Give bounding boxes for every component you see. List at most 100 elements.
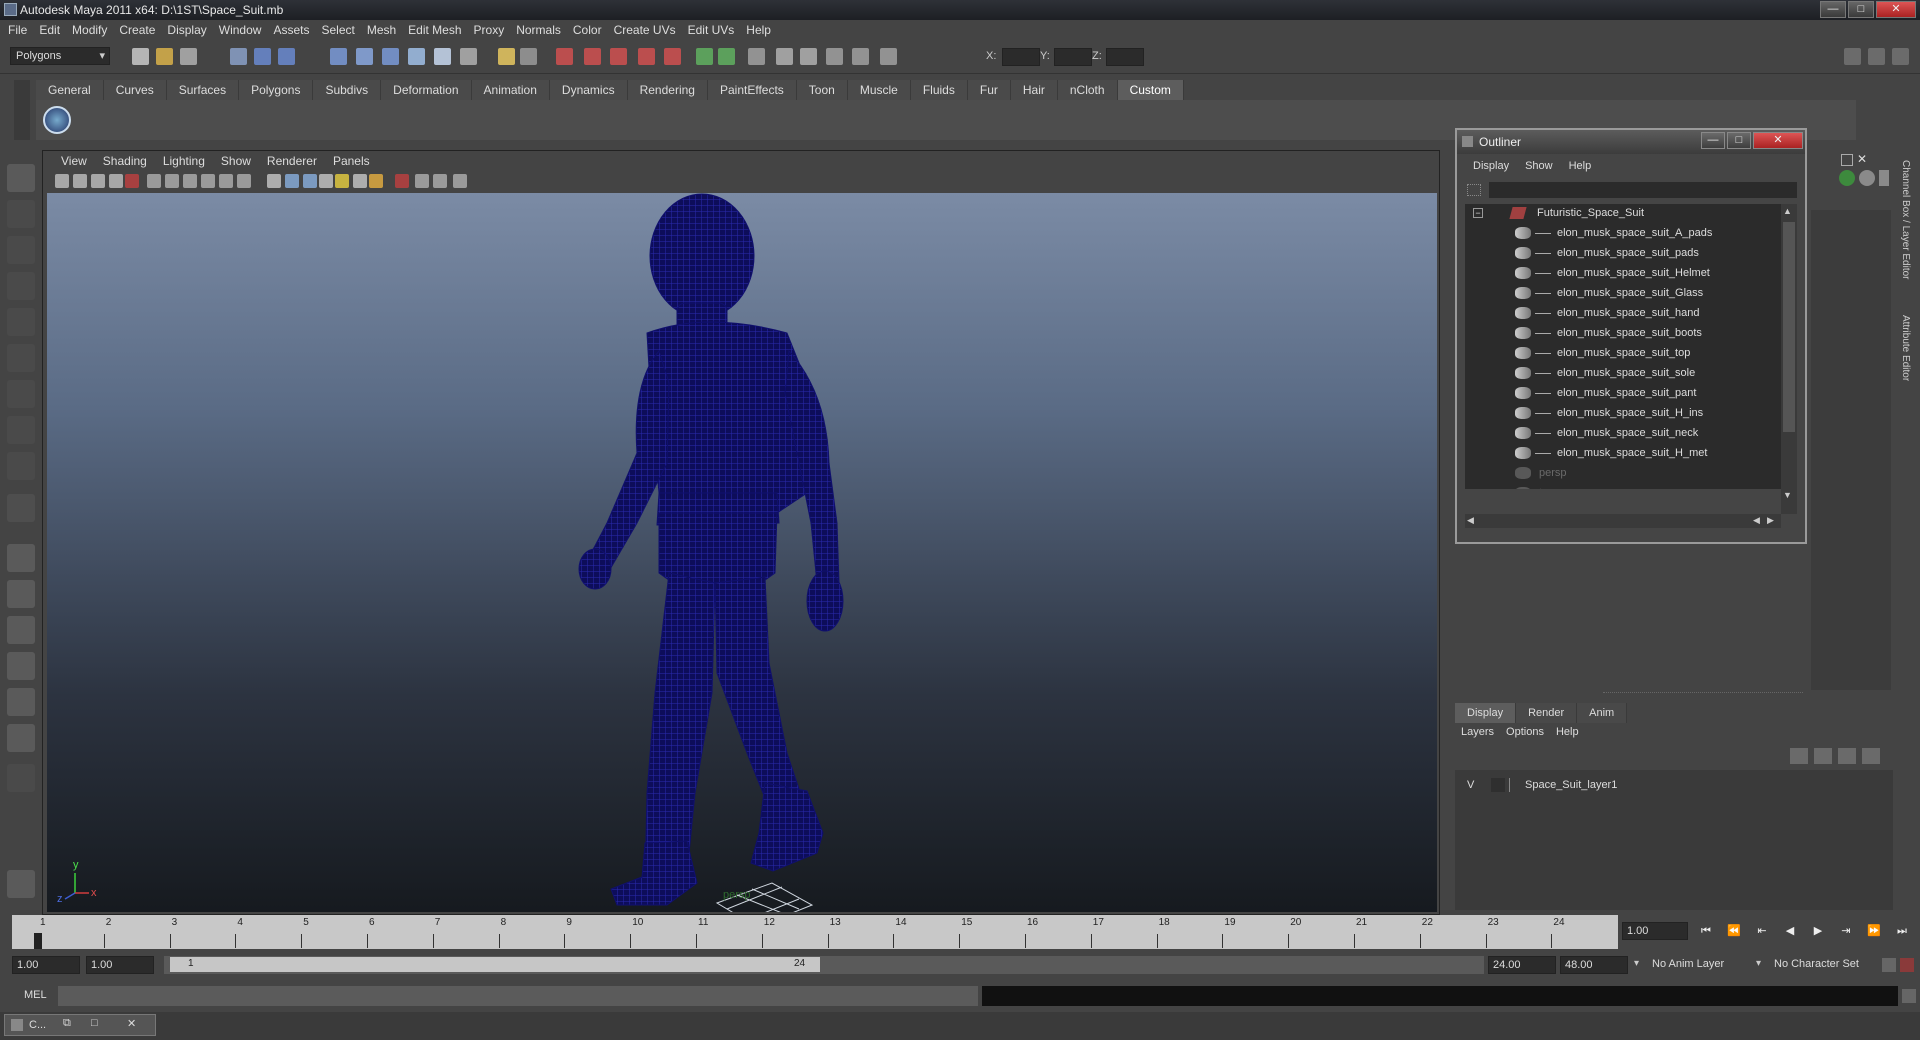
shelf-tab-ncloth[interactable]: nCloth — [1057, 80, 1118, 100]
attribute-icon[interactable] — [7, 870, 35, 898]
outliner-vertical-scrollbar[interactable]: ▲ ▼ — [1781, 204, 1797, 514]
y-field[interactable] — [1054, 48, 1092, 66]
outliner-item[interactable]: elon_musk_space_suit_hand — [1465, 304, 1785, 322]
channel-box-icon[interactable] — [1839, 170, 1855, 186]
close-icon[interactable]: ✕ — [127, 1017, 136, 1030]
minimized-window-item[interactable]: C... ⧉ □ ✕ — [4, 1014, 156, 1036]
menu-normals[interactable]: Normals — [512, 23, 569, 37]
maximize-icon[interactable]: □ — [91, 1017, 98, 1029]
shelf-tab-toon[interactable]: Toon — [796, 80, 848, 100]
shelf-tab-painteffects[interactable]: PaintEffects — [707, 80, 797, 100]
attribute-editor-tab[interactable]: Attribute Editor — [1900, 315, 1911, 381]
status-tool-icon[interactable] — [520, 48, 537, 65]
menu-window[interactable]: Window — [215, 23, 270, 37]
layer-visibility-toggle[interactable]: V — [1467, 776, 1474, 794]
layout-options-icon[interactable] — [7, 764, 35, 792]
shelf-tab-dynamics[interactable]: Dynamics — [549, 80, 628, 100]
status-tool-icon[interactable] — [230, 48, 247, 65]
outliner-item[interactable]: elon_musk_space_suit_H_met — [1465, 444, 1785, 462]
mel-label[interactable]: MEL — [24, 989, 47, 1001]
scroll-right-icon[interactable]: ◀ — [1753, 515, 1760, 526]
playback-end-field[interactable]: 24.00 — [1488, 956, 1556, 974]
playback-button-1[interactable]: ⏪ — [1724, 922, 1744, 940]
viewport-tool-icon[interactable] — [109, 174, 123, 188]
scroll-thumb[interactable] — [1783, 222, 1795, 432]
scroll-left-icon[interactable]: ◀ — [1467, 515, 1474, 526]
viewport-tool-icon[interactable] — [219, 174, 233, 188]
outliner-item[interactable]: elon_musk_space_suit_Helmet — [1465, 264, 1785, 282]
layer-menu-layers[interactable]: Layers — [1455, 726, 1500, 744]
move-tool-icon[interactable] — [7, 272, 35, 300]
current-time-marker[interactable] — [34, 933, 42, 949]
scroll-up-icon[interactable]: ▲ — [1783, 206, 1792, 216]
layer-tab-render[interactable]: Render — [1516, 703, 1578, 723]
menu-create-uvs[interactable]: Create UVs — [610, 23, 684, 37]
show-manipulator-tool-icon[interactable] — [7, 452, 35, 480]
status-tool-icon[interactable] — [278, 48, 295, 65]
layer-type-toggle[interactable] — [1491, 778, 1505, 792]
outliner-close-button[interactable]: ✕ — [1753, 132, 1803, 149]
status-tool-icon[interactable] — [254, 48, 271, 65]
layer-color-swatch[interactable] — [1509, 778, 1523, 792]
move-selected-layer-down-icon[interactable] — [1814, 748, 1832, 764]
collapse-icon[interactable]: − — [1473, 208, 1483, 218]
scale-tool-icon[interactable] — [7, 344, 35, 372]
shelf-tab-hair[interactable]: Hair — [1010, 80, 1058, 100]
scroll-right-end-icon[interactable]: ▶ — [1767, 515, 1774, 526]
status-tool-icon[interactable] — [408, 48, 425, 65]
shelf-tab-polygons[interactable]: Polygons — [239, 80, 314, 100]
layer-tab-anim[interactable]: Anim — [1577, 703, 1628, 723]
shelf-options-handle[interactable] — [14, 80, 30, 140]
status-tool-icon[interactable] — [748, 48, 765, 65]
shelf-tab-animation[interactable]: Animation — [471, 80, 550, 100]
status-tool-icon[interactable] — [330, 48, 347, 65]
viewport-menu-renderer[interactable]: Renderer — [259, 154, 325, 168]
viewport-tool-icon[interactable] — [201, 174, 215, 188]
status-tool-icon[interactable] — [132, 48, 149, 65]
persp-hypershade-layout-icon[interactable] — [7, 688, 35, 716]
status-tool-icon[interactable] — [180, 48, 197, 65]
restore-icon[interactable]: ⧉ — [63, 1017, 71, 1030]
outliner-item[interactable]: elon_musk_space_suit_H_ins — [1465, 404, 1785, 422]
last-tool-icon[interactable] — [7, 494, 35, 522]
viewport-tool-icon[interactable] — [285, 174, 299, 188]
new-layer-selected-icon[interactable] — [1862, 748, 1880, 764]
viewport-tool-icon[interactable] — [267, 174, 281, 188]
status-tool-icon[interactable] — [382, 48, 399, 65]
status-tool-icon[interactable] — [718, 48, 735, 65]
anim-layer-field[interactable]: No Anim Layer — [1648, 956, 1748, 974]
layer-menu-options[interactable]: Options — [1500, 726, 1550, 744]
menu-help[interactable]: Help — [742, 23, 779, 37]
menu-create[interactable]: Create — [115, 23, 163, 37]
show-hide-channel-box-icon[interactable] — [1892, 48, 1909, 65]
shelf-tab-fur[interactable]: Fur — [967, 80, 1011, 100]
scene-view[interactable]: y x z — [47, 193, 1437, 912]
panel-close-icon[interactable]: ✕ — [1857, 152, 1867, 166]
outliner-item[interactable]: elon_musk_space_suit_top — [1465, 344, 1785, 362]
playback-button-2[interactable]: ⇤ — [1752, 922, 1772, 940]
brush-icon[interactable] — [1879, 170, 1889, 186]
outliner-horizontal-scrollbar[interactable]: ◀ ◀ ▶ — [1465, 514, 1781, 528]
menu-edit-uvs[interactable]: Edit UVs — [684, 23, 743, 37]
status-tool-icon[interactable] — [556, 48, 573, 65]
viewport-tool-icon[interactable] — [369, 174, 383, 188]
outliner-maximize-button[interactable]: □ — [1727, 132, 1751, 149]
character-set-field[interactable]: No Character Set — [1770, 956, 1880, 974]
rotate-tool-icon[interactable] — [7, 308, 35, 336]
show-hide-attribute-editor-icon[interactable] — [1844, 48, 1861, 65]
outliner-item[interactable]: elon_musk_space_suit_Glass — [1465, 284, 1785, 302]
outliner-item[interactable]: elon_musk_space_suit_A_pads — [1465, 224, 1785, 242]
playback-button-5[interactable]: ⇥ — [1836, 922, 1856, 940]
viewport-tool-icon[interactable] — [237, 174, 251, 188]
viewport-tool-icon[interactable] — [453, 174, 467, 188]
time-slider[interactable]: 1 2 3 4 5 6 7 8 9 10 11 12 13 14 15 16 17 18 19 20 21 22 23 24 — [12, 915, 1618, 949]
lasso-tool-icon[interactable] — [7, 200, 35, 228]
viewport-tool-icon[interactable] — [183, 174, 197, 188]
auto-key-icon[interactable] — [1882, 958, 1896, 972]
animation-preferences-icon[interactable] — [1900, 958, 1914, 972]
menu-edit[interactable]: Edit — [35, 23, 68, 37]
character-set-dropdown-arrow[interactable]: ▾ — [1756, 958, 1761, 969]
menu-file[interactable]: File — [4, 23, 35, 37]
viewport-tool-icon[interactable] — [73, 174, 87, 188]
shelf-tab-muscle[interactable]: Muscle — [847, 80, 911, 100]
